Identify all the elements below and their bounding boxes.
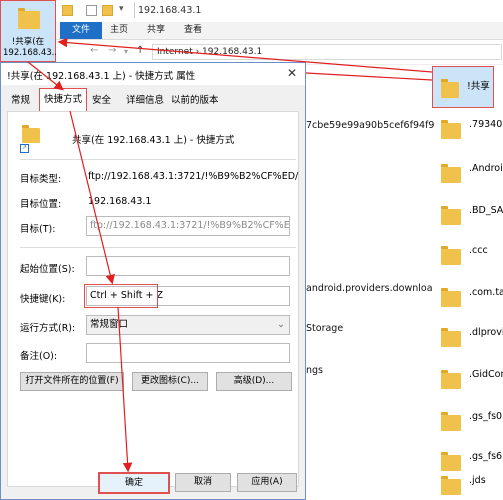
start-in-field[interactable] — [86, 256, 290, 276]
list-item[interactable]: .GidCon — [436, 358, 503, 394]
list-item-share-selected[interactable]: !共享 — [432, 66, 494, 108]
folder-icon — [441, 412, 461, 431]
run-select-value: 常规窗口 — [90, 319, 129, 330]
shortcut-folder-icon — [22, 125, 40, 143]
window-title: 192.168.43.1 — [138, 5, 202, 16]
properties-icon[interactable] — [86, 5, 97, 16]
ok-button[interactable]: 确定 — [98, 472, 170, 494]
folder-icon — [441, 288, 461, 307]
folder-icon — [62, 5, 73, 16]
new-folder-icon[interactable] — [102, 5, 113, 16]
advanced-button[interactable]: 高级(D)... — [216, 372, 292, 391]
target-location-value: 192.168.43.1 — [88, 196, 152, 207]
shortcut-tab-panel: ↗ 共享(在 192.168.43.1 上) - 快捷方式 目标类型: ftp:… — [7, 111, 299, 487]
file-name-fragment[interactable]: android.providers.downloa — [306, 283, 433, 294]
folder-icon — [441, 370, 461, 389]
list-item-label: .BD_SAF — [469, 205, 503, 216]
list-item[interactable]: .793403 — [436, 108, 503, 144]
target-label: 目标(T): — [20, 224, 56, 235]
list-item[interactable]: .ccc — [436, 234, 503, 270]
tab-shortcut[interactable]: 快捷方式 — [39, 88, 87, 112]
file-name-fragment[interactable]: 7cbe59e99a90b5cef6f94f9 — [306, 120, 434, 131]
run-label: 运行方式(R): — [20, 323, 76, 334]
list-item-label: .793403 — [469, 119, 503, 130]
divider — [20, 247, 296, 248]
tab-details[interactable]: 详细信息 — [122, 90, 168, 111]
folder-icon — [441, 246, 461, 265]
tab-file[interactable]: 文件 — [60, 22, 102, 39]
list-item-label: !共享 — [467, 81, 490, 92]
shortcut-arrow-icon: ↗ — [20, 144, 29, 153]
arrow-share-to-dialog — [305, 72, 433, 81]
list-item-label: .jds — [469, 475, 486, 486]
divider — [134, 2, 135, 18]
list-item-label: .Android — [469, 163, 503, 174]
list-item[interactable]: .Android — [436, 152, 503, 188]
chevron-down-icon[interactable]: ▾ — [124, 47, 128, 56]
dialog-title-bar: !共享(在 192.168.43.1 上) - 快捷方式 属性 ✕ — [1, 63, 305, 85]
dialog-title: !共享(在 192.168.43.1 上) - 快捷方式 属性 — [7, 71, 196, 82]
run-select[interactable]: 常规窗口 ⌄ — [86, 315, 290, 335]
explorer-title-bar: ▾ 192.168.43.1 — [56, 0, 503, 22]
list-item[interactable]: .dlprovic — [436, 316, 503, 352]
list-item-label: .gs_fs0 — [469, 411, 503, 422]
open-file-location-button[interactable]: 打开文件所在的位置(F) — [20, 372, 124, 391]
chevron-down-icon: ⌄ — [277, 319, 285, 330]
file-name-fragment[interactable]: Storage — [306, 323, 343, 334]
start-in-label: 起始位置(S): — [20, 264, 75, 275]
shortcut-properties-dialog: !共享(在 192.168.43.1 上) - 快捷方式 属性 ✕ 常规 快捷方… — [0, 62, 306, 500]
cancel-button[interactable]: 取消 — [175, 473, 231, 492]
folder-icon — [441, 79, 459, 98]
comment-field[interactable] — [86, 343, 290, 363]
folder-icon — [441, 206, 461, 225]
chevron-down-icon[interactable]: ▾ — [119, 4, 124, 14]
folder-icon — [441, 476, 461, 495]
list-item-label: .com.tac — [469, 287, 503, 298]
hotkey-label: 快捷键(K): — [20, 294, 66, 305]
folder-icon — [18, 8, 40, 29]
list-item[interactable]: .jds — [436, 464, 503, 500]
list-item[interactable]: .com.tac — [436, 276, 503, 312]
tab-security[interactable]: 安全 — [88, 90, 115, 111]
tab-home[interactable]: 主页 — [110, 22, 128, 39]
desktop-shortcut-icon[interactable]: !共享(在 192.168.43... — [0, 0, 60, 62]
list-item-label: .GidCon — [469, 369, 503, 380]
close-icon[interactable]: ✕ — [287, 66, 297, 80]
apply-button[interactable]: 应用(A) — [237, 473, 297, 492]
list-item[interactable]: .BD_SAF — [436, 194, 503, 230]
list-item-label: .gs_fs6 — [469, 451, 503, 462]
change-icon-button[interactable]: 更改图标(C)... — [132, 372, 208, 391]
desktop-shortcut-label: !共享(在 192.168.43... — [3, 37, 60, 58]
file-name-fragment[interactable]: ngs — [306, 365, 323, 376]
address-breadcrumb[interactable]: Internet › 192.168.43.1 — [152, 44, 502, 60]
target-type-value: ftp://192.168.43.1:3721/!%B9%B2%CF%ED/ — [88, 171, 299, 182]
list-item-label: .ccc — [469, 245, 488, 256]
list-item-label: .dlprovic — [469, 327, 503, 338]
hotkey-highlight-box — [84, 284, 158, 308]
tab-general[interactable]: 常规 — [7, 90, 34, 111]
ribbon-tabs: 文件 主页 共享 查看 — [56, 22, 503, 40]
target-field[interactable]: ftp://192.168.43.1:3721/!%B9%B2%CF%ED/ — [86, 216, 290, 236]
forward-arrow-icon[interactable]: → — [108, 45, 116, 56]
folder-icon — [441, 164, 461, 183]
shortcut-name: 共享(在 192.168.43.1 上) - 快捷方式 — [72, 135, 235, 146]
list-item[interactable]: .gs_fs0 — [436, 400, 503, 436]
tab-view[interactable]: 查看 — [184, 22, 202, 39]
comment-label: 备注(O): — [20, 351, 58, 362]
folder-icon — [441, 328, 461, 347]
back-arrow-icon[interactable]: ← — [90, 45, 98, 56]
folder-icon — [441, 120, 461, 139]
divider — [20, 159, 296, 160]
target-type-label: 目标类型: — [20, 174, 62, 185]
tab-share[interactable]: 共享 — [147, 22, 165, 39]
up-arrow-icon[interactable]: ↑ — [136, 45, 144, 56]
tab-previous-versions[interactable]: 以前的版本 — [167, 90, 223, 111]
target-location-label: 目标位置: — [20, 199, 62, 210]
